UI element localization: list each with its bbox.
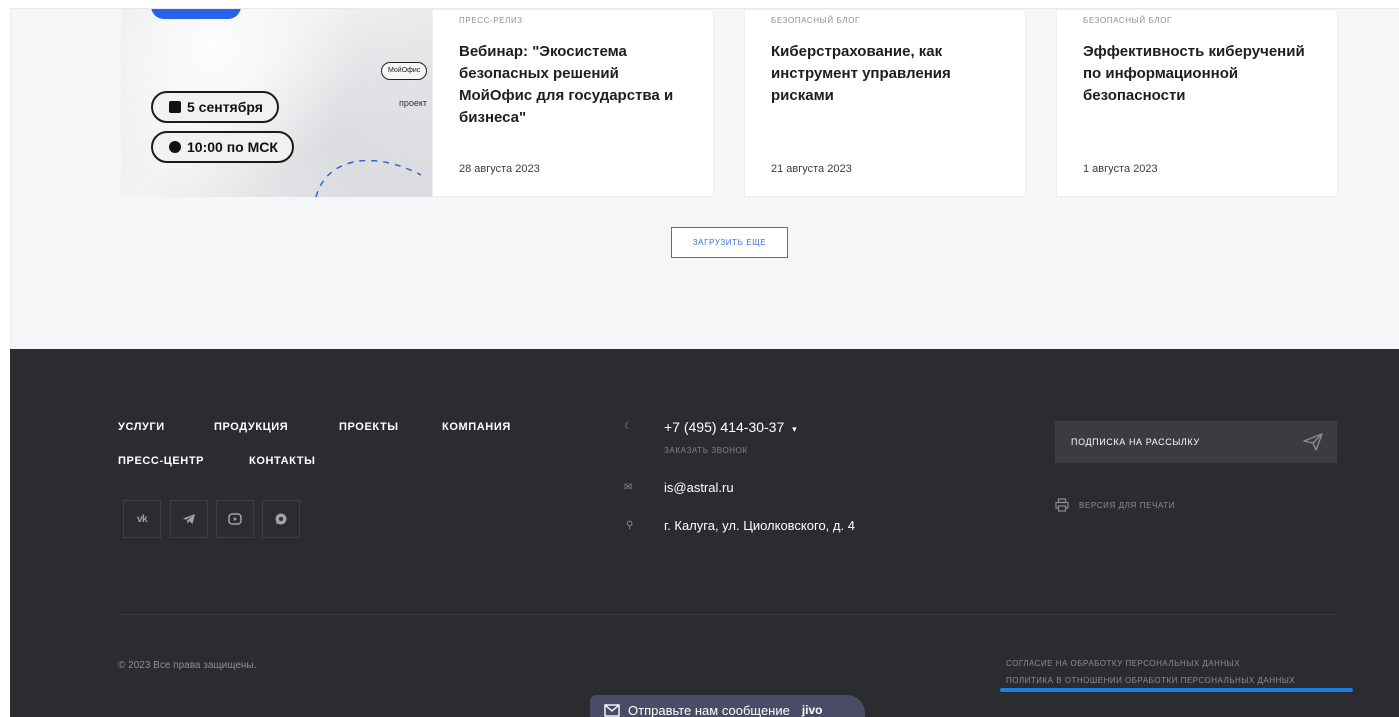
news-section: МойОфис проект 5 сентября 10:00 по МСК П…: [10, 8, 1399, 349]
personal-data-consent-link[interactable]: СОГЛАСИЕ НА ОБРАБОТКУ ПЕРСОНАЛЬНЫХ ДАННЫ…: [1006, 659, 1240, 668]
phone-number-text: +7 (495) 414-30-37: [664, 419, 785, 435]
load-more-button[interactable]: ЗАГРУЗИТЬ ЕЩЕ: [671, 227, 788, 258]
chevron-down-icon[interactable]: ▾: [792, 424, 797, 434]
personal-data-policy-link[interactable]: ПОЛИТИКА В ОТНОШЕНИИ ОБРАБОТКИ ПЕРСОНАЛЬ…: [1006, 676, 1295, 685]
address-text: г. Калуга, ул. Циолковского, д. 4: [664, 518, 855, 533]
vk-icon: vk: [136, 513, 148, 525]
printer-icon: [1055, 498, 1069, 512]
mail-icon: ✉: [624, 482, 633, 493]
news-card-2-text: БЕЗОПАСНЫЙ БЛОГ Киберстрахование, как ин…: [771, 10, 1005, 196]
youtube-button[interactable]: [216, 500, 254, 538]
callback-link[interactable]: ЗАКАЗАТЬ ЗВОНОК: [664, 446, 748, 455]
footer-divider: [118, 614, 1337, 615]
phone-number[interactable]: +7 (495) 414-30-37 ▾: [664, 419, 797, 435]
chat-widget-label: Отправьте нам сообщение: [628, 702, 790, 717]
footer-nav-services[interactable]: УСЛУГИ: [118, 421, 165, 433]
footer: УСЛУГИ ПРОДУКЦИЯ ПРОЕКТЫ КОМПАНИЯ ПРЕСС-…: [10, 349, 1399, 717]
card-title[interactable]: Эффективность киберучений по информацион…: [1083, 41, 1317, 107]
whatsapp-icon: [275, 513, 287, 525]
webinar-banner-image[interactable]: МойОфис проект 5 сентября 10:00 по МСК: [121, 9, 432, 197]
whatsapp-button[interactable]: [262, 500, 300, 538]
news-card-3-text: БЕЗОПАСНЫЙ БЛОГ Эффективность киберучени…: [1083, 10, 1317, 196]
subscribe-label: ПОДПИСКА НА РАССЫЛКУ: [1071, 437, 1200, 447]
print-version-label: ВЕРСИЯ ДЛЯ ПЕЧАТИ: [1079, 500, 1176, 510]
news-card-1-text: ПРЕСС-РЕЛИЗ Вебинар: "Экосистема безопас…: [459, 10, 693, 196]
jivo-logo: jivo: [801, 703, 823, 717]
card-title[interactable]: Киберстрахование, как инструмент управле…: [771, 41, 1005, 107]
footer-nav-products[interactable]: ПРОДУКЦИЯ: [214, 421, 288, 433]
phone-icon: ☾: [624, 421, 633, 432]
news-card-1[interactable]: ПРЕСС-РЕЛИЗ Вебинар: "Экосистема безопас…: [432, 9, 714, 197]
card-date: 1 августа 2023: [1083, 163, 1158, 175]
footer-nav-contacts[interactable]: КОНТАКТЫ: [249, 455, 315, 467]
card-category: БЕЗОПАСНЫЙ БЛОГ: [771, 16, 860, 25]
print-version-link[interactable]: ВЕРСИЯ ДЛЯ ПЕЧАТИ: [1055, 498, 1175, 512]
footer-nav-press-center[interactable]: ПРЕСС-ЦЕНТР: [118, 455, 204, 467]
card-category: БЕЗОПАСНЫЙ БЛОГ: [1083, 16, 1172, 25]
telegram-button[interactable]: [170, 500, 208, 538]
card-title[interactable]: Вебинар: "Экосистема безопасных решений …: [459, 41, 693, 129]
envelope-icon: [604, 703, 620, 717]
footer-nav-company[interactable]: КОМПАНИЯ: [442, 421, 511, 433]
banner-dashed-arc: [315, 159, 422, 197]
footer-nav-projects[interactable]: ПРОЕКТЫ: [339, 421, 399, 433]
card-date: 28 августа 2023: [459, 163, 540, 175]
youtube-icon: [228, 513, 242, 525]
page: МойОфис проект 5 сентября 10:00 по МСК П…: [0, 0, 1399, 717]
chat-widget-button[interactable]: Отправьте нам сообщение jivo: [590, 695, 865, 717]
email-link[interactable]: is@astral.ru: [664, 480, 734, 495]
copyright-text: © 2023 Все права защищены.: [118, 660, 257, 671]
news-card-2[interactable]: БЕЗОПАСНЫЙ БЛОГ Киберстрахование, как ин…: [744, 9, 1026, 197]
location-pin-icon: ⚲: [626, 520, 634, 531]
card-date: 21 августа 2023: [771, 163, 852, 175]
send-icon: [1303, 433, 1323, 451]
vk-button[interactable]: vk: [123, 500, 161, 538]
subscribe-button[interactable]: ПОДПИСКА НА РАССЫЛКУ: [1055, 421, 1337, 463]
highlight-underline: [1000, 688, 1353, 692]
telegram-icon: [183, 514, 195, 524]
card-category: ПРЕСС-РЕЛИЗ: [459, 16, 523, 25]
news-card-3[interactable]: БЕЗОПАСНЫЙ БЛОГ Эффективность киберучени…: [1056, 9, 1338, 197]
